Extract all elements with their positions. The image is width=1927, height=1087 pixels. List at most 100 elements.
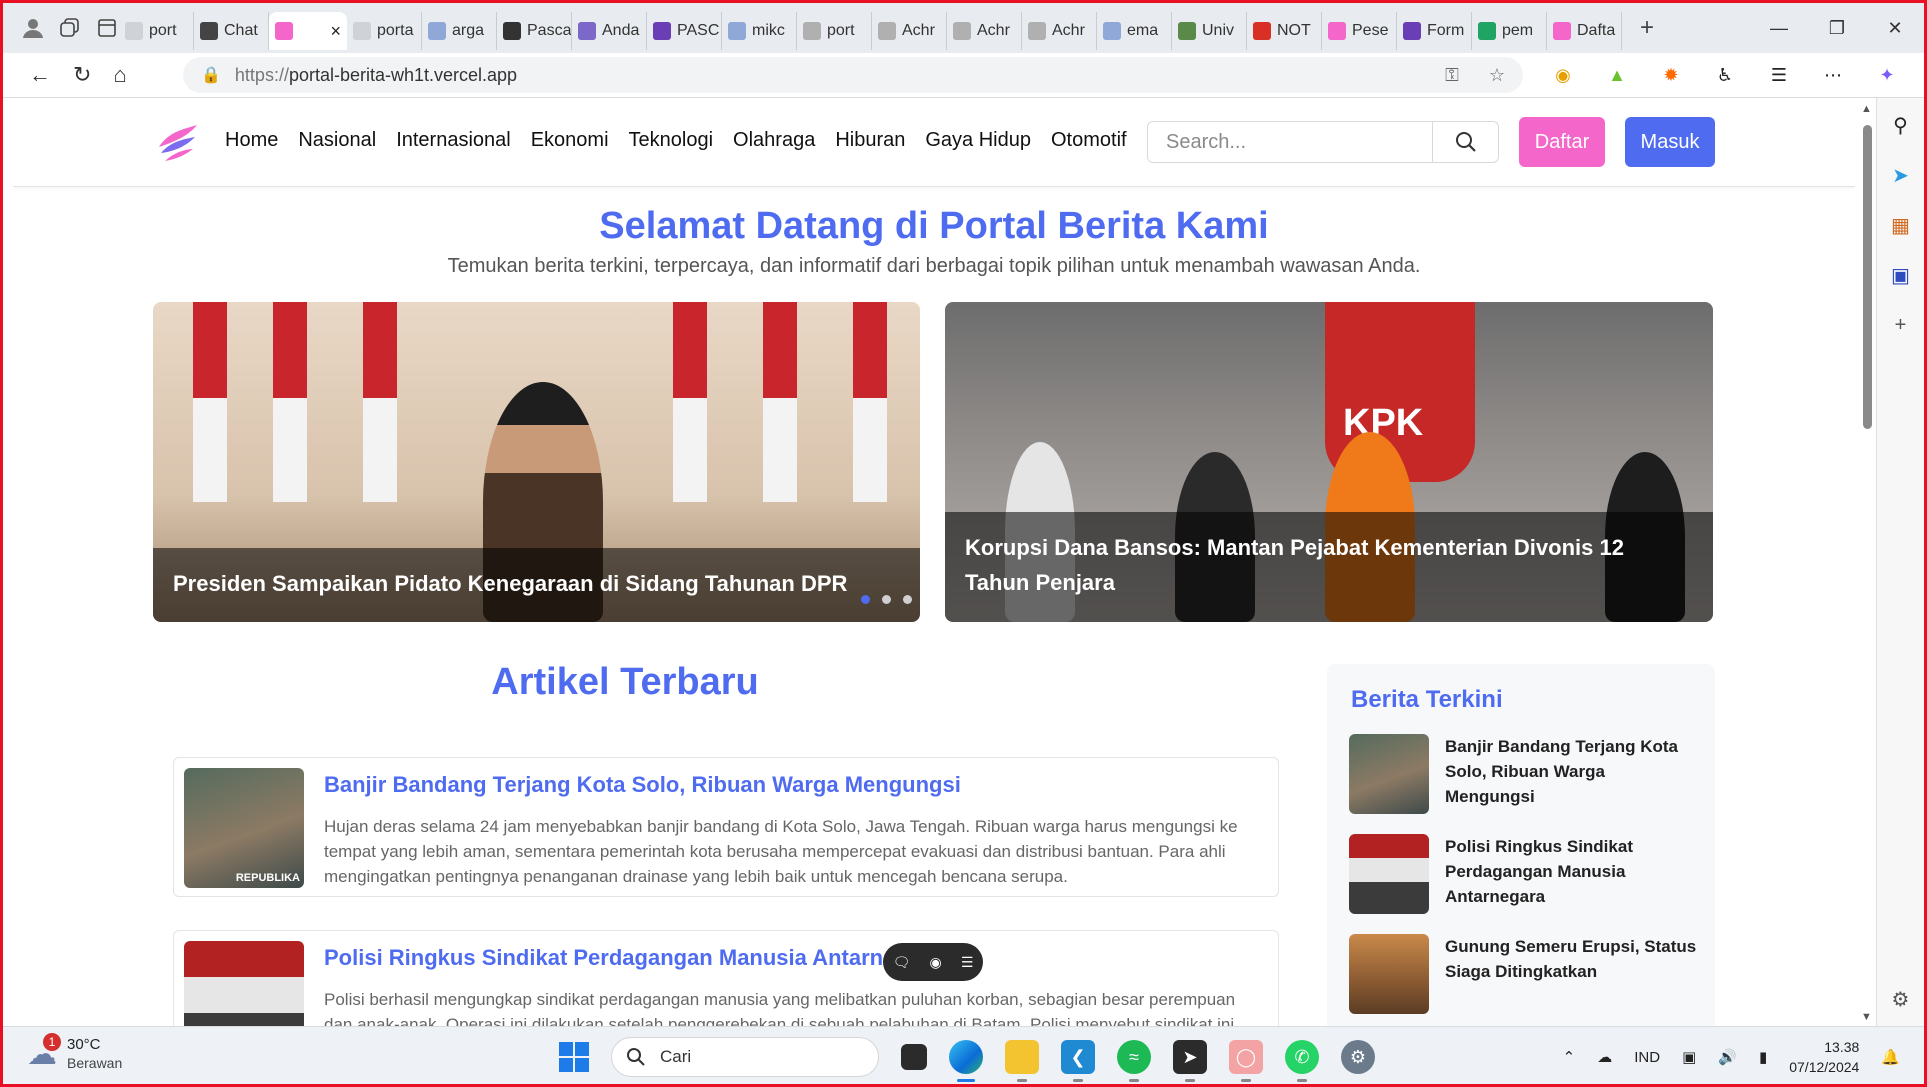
- sidebar-news-item[interactable]: Gunung Semeru Erupsi, Status Siaga Ditin…: [1349, 934, 1699, 1016]
- vscode-icon[interactable]: ❮: [1061, 1040, 1095, 1082]
- browser-tab[interactable]: Pasca: [497, 12, 572, 50]
- comment-icon[interactable]: 🗨: [893, 954, 911, 971]
- url-field[interactable]: 🔒 https:// portal-berita-wh1t.vercel.app…: [183, 57, 1523, 93]
- refresh-icon[interactable]: ↻: [73, 62, 91, 88]
- browser-tab[interactable]: port: [797, 12, 872, 50]
- nav-link-hiburan[interactable]: Hiburan: [835, 129, 905, 152]
- task-view-icon[interactable]: [901, 1044, 927, 1070]
- sidebar-add-icon[interactable]: +: [1888, 312, 1914, 338]
- browser-tab[interactable]: Dafta: [1547, 12, 1622, 50]
- browser-tab[interactable]: ema: [1097, 12, 1172, 50]
- article-title[interactable]: Banjir Bandang Terjang Kota Solo, Ribuan…: [324, 772, 961, 798]
- clock[interactable]: 13.38 07/12/2024: [1789, 1037, 1859, 1077]
- scrollbar-thumb[interactable]: [1863, 125, 1872, 429]
- sidebar-news-item[interactable]: Polisi Ringkus Sindikat Perdagangan Manu…: [1349, 834, 1699, 916]
- more-menu-icon[interactable]: ⋯: [1821, 65, 1845, 86]
- lock-icon[interactable]: 🔒: [201, 65, 221, 85]
- workspaces-icon[interactable]: [58, 13, 81, 43]
- eye-icon[interactable]: ◉: [929, 954, 941, 971]
- browser-tab[interactable]: mikc: [722, 12, 797, 50]
- nav-link-olahraga[interactable]: Olahraga: [733, 129, 815, 152]
- spotify-icon[interactable]: ≈: [1117, 1040, 1151, 1082]
- snipping-tool-icon[interactable]: ◯: [1229, 1040, 1263, 1082]
- settings-icon[interactable]: ⚙: [1341, 1040, 1375, 1074]
- network-icon[interactable]: ▣: [1682, 1048, 1696, 1066]
- windows-start-icon[interactable]: [559, 1042, 589, 1072]
- browser-tab[interactable]: Form: [1397, 12, 1472, 50]
- app-icon[interactable]: ➤: [1173, 1040, 1207, 1082]
- sidebar-news-item[interactable]: Banjir Bandang Terjang Kota Solo, Ribuan…: [1349, 734, 1699, 816]
- article-card[interactable]: REPUBLIKA Banjir Bandang Terjang Kota So…: [173, 757, 1279, 897]
- carousel-dot[interactable]: [882, 595, 891, 604]
- tab-actions-icon[interactable]: [96, 13, 119, 43]
- edge-browser-icon[interactable]: [949, 1040, 983, 1082]
- restore-icon[interactable]: ❐: [1808, 18, 1866, 39]
- browser-tab[interactable]: port: [119, 12, 194, 50]
- volume-icon[interactable]: 🔊: [1718, 1048, 1737, 1066]
- list-icon[interactable]: ☰: [961, 954, 974, 971]
- copilot-icon[interactable]: ✦: [1875, 65, 1899, 86]
- browser-tab[interactable]: NOT: [1247, 12, 1322, 50]
- sidebar-outlook-icon[interactable]: ▣: [1888, 262, 1914, 288]
- nav-link-internasional[interactable]: Internasional: [396, 129, 511, 152]
- page-scrollbar[interactable]: ▲ ▼: [1860, 103, 1874, 1023]
- notification-bell-icon[interactable]: 🔔: [1881, 1048, 1900, 1066]
- file-explorer-icon[interactable]: [1005, 1040, 1039, 1082]
- search-input[interactable]: [1148, 122, 1432, 162]
- carousel-dot[interactable]: [903, 595, 912, 604]
- scroll-down-icon[interactable]: ▼: [1861, 1011, 1872, 1023]
- article-title[interactable]: Polisi Ringkus Sindikat Perdagangan Manu…: [324, 945, 942, 971]
- favorite-star-icon[interactable]: ☆: [1489, 65, 1505, 86]
- favorites-list-icon[interactable]: ☰: [1767, 65, 1791, 86]
- extensions-puzzle-icon[interactable]: ♿: [1713, 65, 1737, 86]
- sidebar-item-title[interactable]: Banjir Bandang Terjang Kota Solo, Ribuan…: [1445, 734, 1699, 809]
- minimize-icon[interactable]: —: [1750, 18, 1808, 39]
- whatsapp-icon[interactable]: ✆: [1285, 1040, 1319, 1082]
- back-icon[interactable]: ←: [29, 62, 51, 88]
- extension-colorful-icon[interactable]: ◉: [1551, 65, 1575, 86]
- browser-tab[interactable]: Achr: [1022, 12, 1097, 50]
- nav-link-nasional[interactable]: Nasional: [298, 129, 376, 152]
- taskbar-search[interactable]: Cari: [611, 1037, 879, 1077]
- article-card[interactable]: Polisi Ringkus Sindikat Perdagangan Manu…: [173, 930, 1279, 1026]
- sidebar-item-title[interactable]: Gunung Semeru Erupsi, Status Siaga Ditin…: [1445, 934, 1699, 984]
- browser-tab[interactable]: porta: [347, 12, 422, 50]
- search-button[interactable]: [1432, 122, 1498, 162]
- key-icon[interactable]: ⚿: [1445, 65, 1459, 86]
- nav-link-home[interactable]: Home: [225, 129, 278, 152]
- sidebar-tools-icon[interactable]: ▦: [1888, 212, 1914, 238]
- tab-active[interactable]: ×: [269, 12, 347, 50]
- chevron-up-icon[interactable]: ⌃: [1563, 1048, 1576, 1066]
- browser-tab[interactable]: PASC: [647, 12, 722, 50]
- browser-tab[interactable]: Achr: [872, 12, 947, 50]
- extension-chart-icon[interactable]: ▲: [1605, 65, 1629, 86]
- scroll-up-icon[interactable]: ▲: [1861, 103, 1872, 115]
- browser-tab[interactable]: arga: [422, 12, 497, 50]
- browser-tab[interactable]: Univ: [1172, 12, 1247, 50]
- browser-tab[interactable]: pem: [1472, 12, 1547, 50]
- sidebar-telegram-icon[interactable]: ➤: [1888, 162, 1914, 188]
- extension-spark-icon[interactable]: ✹: [1659, 65, 1683, 86]
- register-button[interactable]: Daftar: [1519, 117, 1605, 167]
- nav-link-teknologi[interactable]: Teknologi: [629, 129, 714, 152]
- browser-tab[interactable]: Anda: [572, 12, 647, 50]
- close-window-icon[interactable]: ✕: [1866, 18, 1924, 39]
- sidebar-settings-gear-icon[interactable]: ⚙: [1888, 986, 1914, 1012]
- sidebar-item-title[interactable]: Polisi Ringkus Sindikat Perdagangan Manu…: [1445, 834, 1699, 909]
- weather-widget[interactable]: ☁ 1 30°C Berawan: [27, 1032, 122, 1073]
- nav-link-ekonomi[interactable]: Ekonomi: [531, 129, 609, 152]
- login-button[interactable]: Masuk: [1625, 117, 1715, 167]
- browser-tab[interactable]: Pese: [1322, 12, 1397, 50]
- nav-link-gaya-hidup[interactable]: Gaya Hidup: [925, 129, 1031, 152]
- home-icon[interactable]: ⌂: [113, 62, 126, 88]
- carousel-dot[interactable]: [861, 595, 870, 604]
- battery-icon[interactable]: ▮: [1759, 1048, 1767, 1066]
- new-tab-icon[interactable]: +: [1632, 13, 1662, 43]
- onedrive-cloud-icon[interactable]: ☁: [1597, 1048, 1612, 1066]
- carousel-slide[interactable]: KPK Korupsi Dana Bansos: Mantan Pejabat …: [945, 302, 1713, 622]
- sidebar-search-icon[interactable]: ⚲: [1888, 112, 1914, 138]
- nav-link-otomotif[interactable]: Otomotif: [1051, 129, 1127, 152]
- language-indicator[interactable]: IND: [1634, 1049, 1660, 1066]
- site-logo-icon[interactable]: [155, 121, 199, 165]
- close-tab-icon[interactable]: ×: [330, 21, 341, 42]
